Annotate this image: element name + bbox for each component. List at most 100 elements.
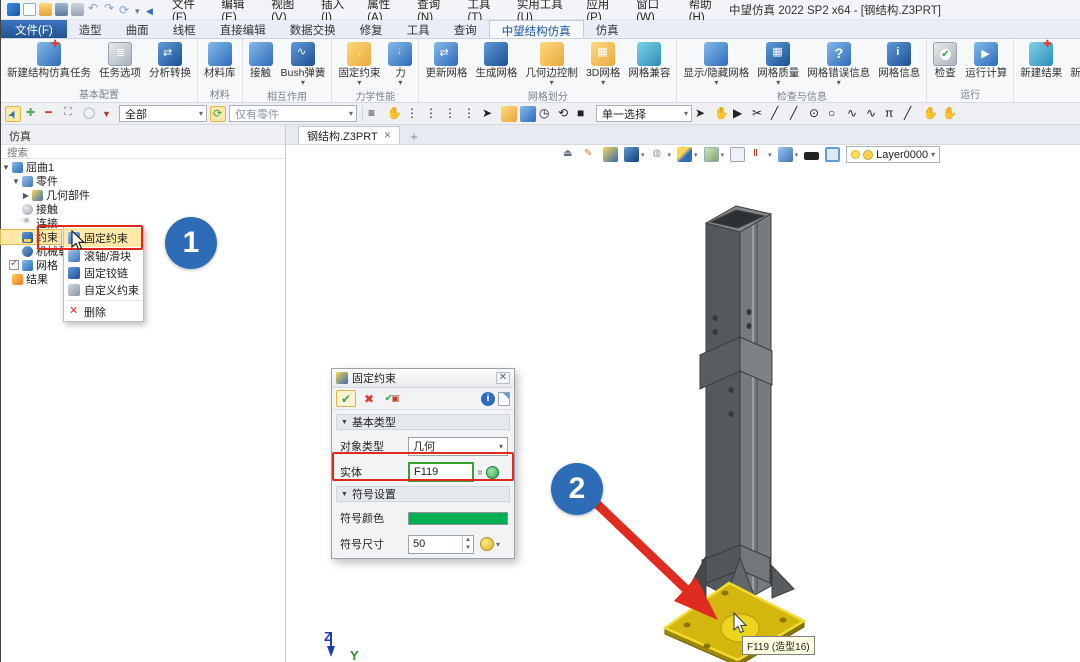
- dropdown-arrow-icon[interactable]: ▾: [550, 79, 554, 87]
- line-3-icon[interactable]: ╱: [904, 106, 920, 122]
- mesh-checkbox[interactable]: [9, 260, 19, 270]
- snap-3-icon[interactable]: ⋮: [444, 106, 460, 122]
- tab-wireframe[interactable]: 线框: [161, 20, 208, 38]
- tree-item-geometry[interactable]: ▶ 几何部件: [1, 188, 285, 202]
- show-hide-mesh-button[interactable]: 显示/隐藏网格▾: [679, 40, 753, 87]
- tab-repair[interactable]: 修复: [348, 20, 395, 38]
- tab-file[interactable]: 文件(F): [1, 20, 67, 38]
- new-tab-icon[interactable]: +: [400, 129, 428, 144]
- collapse-icon[interactable]: [146, 3, 154, 16]
- tab-shape[interactable]: 造型: [67, 20, 114, 38]
- contact-button[interactable]: 接触: [245, 40, 277, 79]
- pick-entity-icon[interactable]: [486, 466, 499, 479]
- task-options-button[interactable]: 任务选项: [95, 40, 145, 79]
- selection-mode-select[interactable]: 单一选择▾: [596, 105, 692, 122]
- section-view-icon[interactable]: [751, 147, 766, 162]
- layer-manager-icon[interactable]: [520, 106, 536, 122]
- fixed-constraint-button[interactable]: 固定约束▾: [334, 40, 384, 87]
- symbol-style-icon[interactable]: [480, 537, 494, 551]
- snap-1-icon[interactable]: ⋮: [406, 106, 422, 122]
- select-arrow-icon[interactable]: ➤: [695, 106, 711, 122]
- add-pick-icon[interactable]: [24, 106, 40, 122]
- remove-pick-icon[interactable]: [43, 106, 59, 122]
- wireframe-mode-icon[interactable]: [651, 147, 666, 162]
- snap-2-icon[interactable]: ⋮: [425, 106, 441, 122]
- new-structural-task-button[interactable]: 新建结构仿真任务: [3, 40, 95, 79]
- tab-tools[interactable]: 工具: [395, 20, 442, 38]
- redo-icon[interactable]: [103, 3, 116, 16]
- pi-icon[interactable]: π: [885, 106, 901, 122]
- apply-button[interactable]: ✔: [382, 390, 402, 407]
- section-symbol-settings[interactable]: 符号设置: [336, 486, 510, 502]
- layer-selector[interactable]: Layer0000 ▾: [846, 146, 940, 163]
- new-result-list-button[interactable]: 新建结果列表: [1066, 40, 1080, 79]
- tab-data-exchange[interactable]: 数据交换: [278, 20, 348, 38]
- run-calc-button[interactable]: 运行计算: [961, 40, 1011, 79]
- dropdown-arrow-icon[interactable]: ▾: [301, 79, 305, 87]
- quick-access-dropdown-icon[interactable]: [135, 3, 143, 16]
- tab-direct-edit[interactable]: 直接编辑: [208, 20, 278, 38]
- save-icon[interactable]: [55, 3, 68, 16]
- symbol-color-swatch[interactable]: [408, 512, 508, 525]
- grab-1-icon[interactable]: ✋: [923, 106, 939, 122]
- tree-item-constraint[interactable]: 约束: [1, 230, 61, 244]
- material-library-button[interactable]: 材料库: [200, 40, 240, 79]
- cancel-button[interactable]: ✖: [359, 390, 379, 407]
- edge-control-button[interactable]: 几何边控制▾: [521, 40, 582, 87]
- pick-tool-icon[interactable]: [5, 106, 21, 122]
- menu-item-delete[interactable]: 删除: [64, 303, 143, 320]
- panel-header-simulation[interactable]: 仿真: [1, 125, 286, 145]
- info-icon[interactable]: i: [481, 392, 495, 406]
- curve-1-icon[interactable]: ∿: [847, 106, 863, 122]
- object-type-select[interactable]: 几何▾: [408, 437, 508, 456]
- update-mesh-button[interactable]: 更新网格: [421, 40, 471, 79]
- entity-input[interactable]: F119: [408, 462, 474, 482]
- background-bar-icon[interactable]: [804, 152, 819, 160]
- expander-icon[interactable]: ▼: [11, 177, 21, 186]
- grid-display-icon[interactable]: [778, 147, 793, 162]
- filter-scope-select[interactable]: 全部▾: [119, 105, 207, 122]
- loop-icon[interactable]: ⟲: [558, 106, 574, 122]
- tab-structural-simulation[interactable]: 中望结构仿真: [489, 20, 584, 38]
- bush-spring-button[interactable]: Bush弹簧▾: [277, 40, 330, 87]
- sketch-pencil-icon[interactable]: [582, 147, 597, 162]
- steel-column-model[interactable]: [684, 206, 794, 603]
- open-file-icon[interactable]: [39, 3, 52, 16]
- dropdown-arrow-icon[interactable]: ▾: [776, 79, 780, 87]
- new-file-icon[interactable]: [23, 3, 36, 16]
- tree-item-buckling[interactable]: ▼ 屈曲1: [1, 160, 285, 174]
- circle-pick-icon[interactable]: [81, 106, 97, 122]
- dropdown-arrow-icon[interactable]: ▾: [837, 79, 841, 87]
- hand-toggle-icon[interactable]: ✋: [387, 106, 403, 122]
- quick-shade-icon[interactable]: [603, 147, 618, 162]
- stop-icon[interactable]: ■: [577, 106, 593, 122]
- close-tab-icon[interactable]: ✕: [384, 130, 392, 141]
- clock-icon[interactable]: ◷: [539, 106, 555, 122]
- texture-icon[interactable]: [704, 147, 719, 162]
- mesh-error-info-button[interactable]: 网格错误信息▾: [803, 40, 874, 87]
- point-circle-icon[interactable]: ⊙: [809, 106, 825, 122]
- tree-item-contact[interactable]: 接触: [1, 202, 285, 216]
- pan-hand-icon[interactable]: ✋: [714, 106, 730, 122]
- pick-last-icon[interactable]: ➤: [482, 106, 498, 122]
- grab-2-icon[interactable]: ✋: [942, 106, 958, 122]
- new-result-button[interactable]: 新建结果: [1016, 40, 1066, 79]
- snap-4-icon[interactable]: ⋮: [463, 106, 479, 122]
- menu-item-custom-constraint[interactable]: 自定义约束: [64, 281, 143, 298]
- expander-icon[interactable]: ▼: [1, 163, 11, 172]
- frame-icon[interactable]: [825, 147, 840, 162]
- filter-icon[interactable]: [100, 106, 116, 122]
- tab-simulation[interactable]: 仿真: [584, 20, 631, 38]
- force-button[interactable]: 力▾: [384, 40, 416, 87]
- dropdown-arrow-icon[interactable]: ▾: [714, 79, 718, 87]
- viewport-window-icon[interactable]: [730, 147, 745, 162]
- tab-surface[interactable]: 曲面: [114, 20, 161, 38]
- menu-item-fixed-hinge[interactable]: 固定铰链: [64, 264, 143, 281]
- mesh-3d-button[interactable]: 3D网格▾: [582, 40, 624, 87]
- dialog-close-icon[interactable]: ✕: [496, 372, 510, 384]
- tab-inquire[interactable]: 查询: [442, 20, 489, 38]
- window-pick-icon[interactable]: [62, 106, 78, 122]
- search-input[interactable]: [7, 147, 279, 159]
- history-icon[interactable]: [501, 106, 517, 122]
- expand-chevron-icon[interactable]: »: [474, 469, 485, 475]
